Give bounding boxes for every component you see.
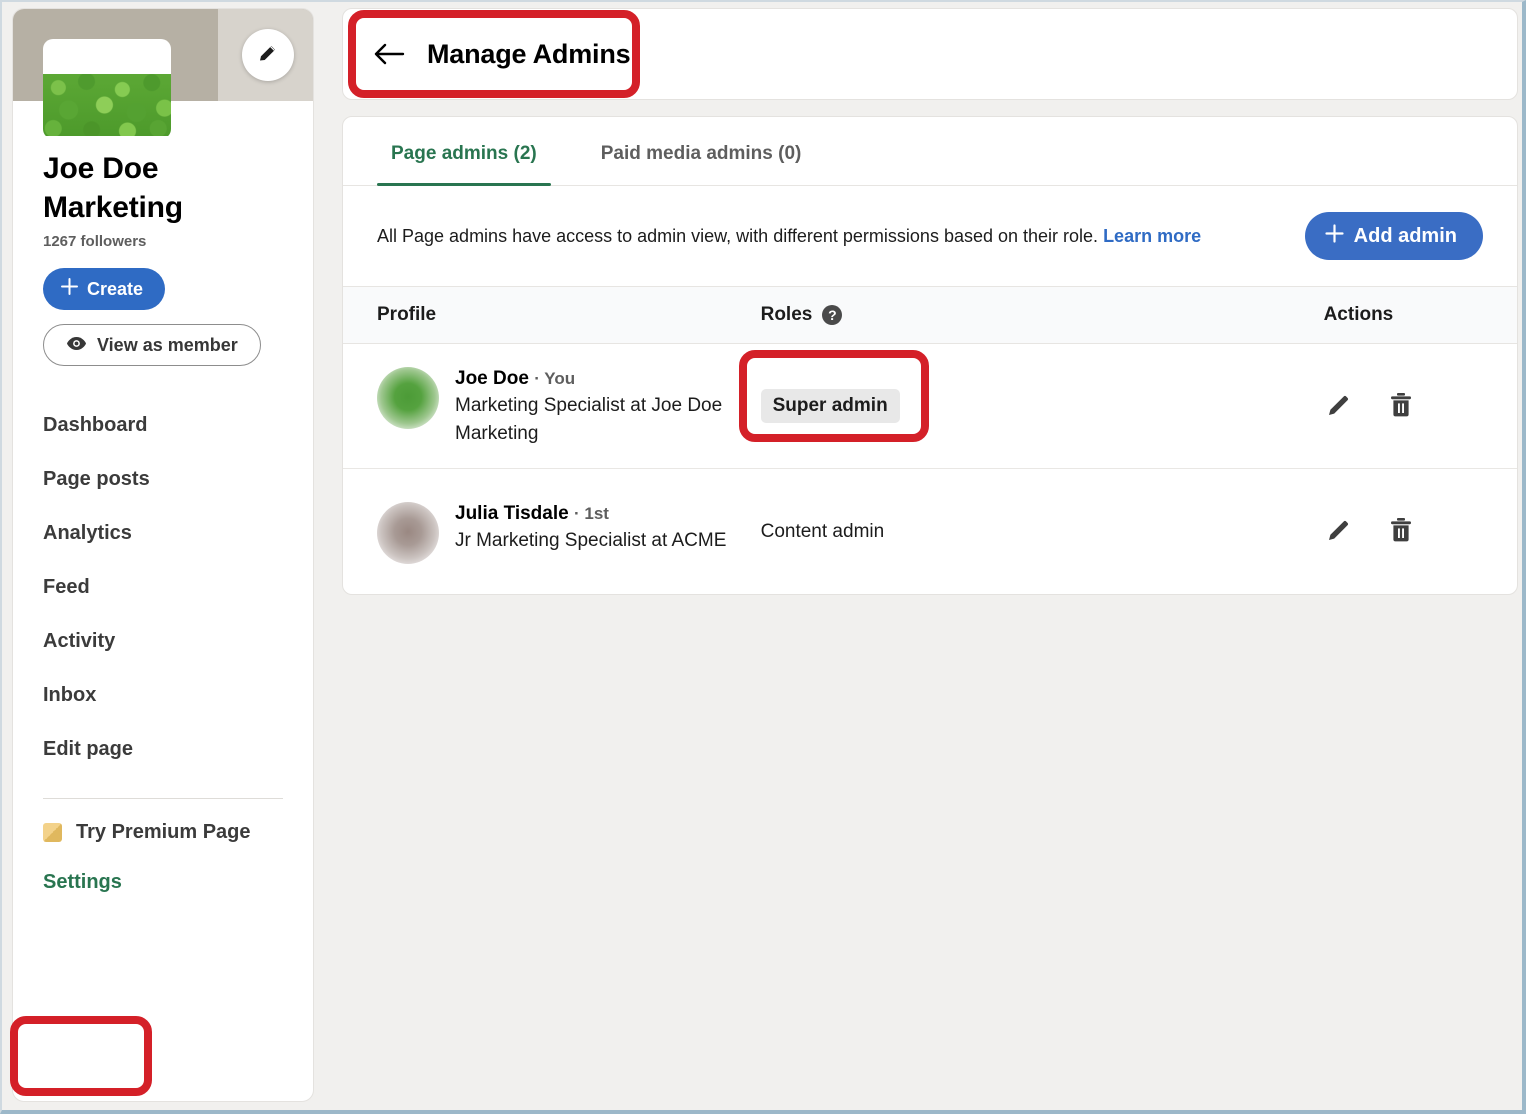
admins-table-header: Profile Roles ? Actions	[343, 286, 1517, 344]
sidebar-item-try-premium-page[interactable]: Try Premium Page	[13, 799, 313, 855]
tab-paid-media-admins[interactable]: Paid media admins (0)	[587, 117, 816, 185]
admin-headline: Marketing Specialist at Joe Doe Marketin…	[455, 392, 733, 447]
avatar[interactable]	[377, 367, 439, 429]
column-header-actions: Actions	[1324, 304, 1483, 326]
follower-count: 1267 followers	[43, 233, 283, 250]
eye-icon	[66, 335, 87, 356]
avatar[interactable]	[377, 502, 439, 564]
sidebar-item-dashboard[interactable]: Dashboard	[13, 398, 313, 452]
learn-more-link[interactable]: Learn more	[1103, 226, 1201, 246]
gold-square-icon	[43, 823, 62, 842]
sidebar-item-inbox[interactable]: Inbox	[13, 668, 313, 722]
edit-admin-button[interactable]	[1324, 391, 1354, 421]
pencil-icon	[256, 41, 280, 70]
view-as-member-label: View as member	[97, 335, 238, 356]
edit-admin-button[interactable]	[1324, 517, 1354, 547]
admin-actions-cell	[1324, 391, 1483, 421]
app-window: Joe Doe Marketing 1267 followers Create	[0, 0, 1526, 1114]
admins-panel: Page admins (2) Paid media admins (0) Al…	[342, 116, 1518, 595]
admin-identity: Julia Tisdale · 1st Jr Marketing Special…	[455, 500, 726, 555]
admin-headline: Jr Marketing Specialist at ACME	[455, 527, 726, 555]
admin-name[interactable]: Joe Doe	[455, 368, 529, 389]
delete-admin-button[interactable]	[1386, 517, 1416, 547]
page-title: Joe Doe Marketing	[43, 149, 283, 227]
page-logo-image	[43, 74, 171, 136]
view-as-member-button[interactable]: View as member	[43, 324, 261, 366]
admin-tabs: Page admins (2) Paid media admins (0)	[343, 117, 1517, 186]
admin-role-cell: Super admin	[761, 389, 1324, 423]
plus-icon	[1325, 224, 1344, 249]
try-premium-page-label: Try Premium Page	[76, 821, 251, 844]
sidebar-item-page-posts[interactable]: Page posts	[13, 452, 313, 506]
pencil-icon	[1325, 516, 1353, 547]
sidebar-nav: Dashboard Page posts Analytics Feed Acti…	[13, 398, 313, 776]
panel-description-row: All Page admins have access to admin vie…	[343, 186, 1517, 286]
admin-role-text: Content admin	[761, 521, 885, 542]
status-badge: Super admin	[761, 389, 900, 423]
delete-admin-button[interactable]	[1386, 391, 1416, 421]
trash-icon	[1388, 391, 1414, 422]
table-row: Julia Tisdale · 1st Jr Marketing Special…	[343, 469, 1517, 594]
tab-page-admins[interactable]: Page admins (2)	[377, 117, 551, 185]
page-logo	[43, 39, 171, 139]
add-admin-button[interactable]: Add admin	[1305, 212, 1483, 260]
admin-name[interactable]: Julia Tisdale	[455, 503, 569, 524]
column-header-roles-label: Roles	[761, 304, 813, 326]
page-title-heading: Manage Admins	[427, 39, 630, 70]
main-content: Manage Admins Page admins (2) Paid media…	[342, 8, 1518, 1102]
admin-relation: · You	[534, 369, 575, 388]
sidebar-item-settings[interactable]: Settings	[13, 855, 313, 910]
panel-description: All Page admins have access to admin vie…	[377, 223, 1201, 249]
question-mark-icon[interactable]: ?	[822, 305, 842, 325]
create-button-label: Create	[87, 279, 143, 300]
column-header-roles: Roles ?	[761, 304, 1324, 326]
plus-icon	[61, 278, 78, 300]
sidebar-item-feed[interactable]: Feed	[13, 560, 313, 614]
create-button[interactable]: Create	[43, 268, 165, 310]
sidebar-item-edit-page[interactable]: Edit page	[13, 722, 313, 776]
arrow-left-icon[interactable]	[373, 42, 405, 66]
admin-name-line: Joe Doe · You	[455, 365, 733, 393]
page-header: Manage Admins	[342, 8, 1518, 100]
sidebar-item-analytics[interactable]: Analytics	[13, 506, 313, 560]
edit-cover-button[interactable]	[242, 29, 294, 81]
sidebar-action-buttons: Create View as member	[13, 250, 313, 366]
admin-actions-cell	[1324, 517, 1483, 547]
trash-icon	[1388, 516, 1414, 547]
page-sidebar: Joe Doe Marketing 1267 followers Create	[12, 8, 314, 1102]
table-row: Joe Doe · You Marketing Specialist at Jo…	[343, 344, 1517, 469]
add-admin-label: Add admin	[1354, 225, 1457, 248]
admin-profile-cell: Julia Tisdale · 1st Jr Marketing Special…	[377, 500, 761, 564]
cover-banner	[13, 9, 313, 101]
panel-description-text: All Page admins have access to admin vie…	[377, 226, 1098, 246]
sidebar-item-activity[interactable]: Activity	[13, 614, 313, 668]
admin-identity: Joe Doe · You Marketing Specialist at Jo…	[455, 365, 733, 448]
admin-role-cell: Content admin	[761, 521, 1324, 543]
column-header-profile: Profile	[377, 304, 761, 326]
admin-profile-cell: Joe Doe · You Marketing Specialist at Jo…	[377, 365, 761, 448]
admin-relation: · 1st	[574, 504, 609, 523]
pencil-icon	[1325, 391, 1353, 422]
admin-name-line: Julia Tisdale · 1st	[455, 500, 726, 528]
